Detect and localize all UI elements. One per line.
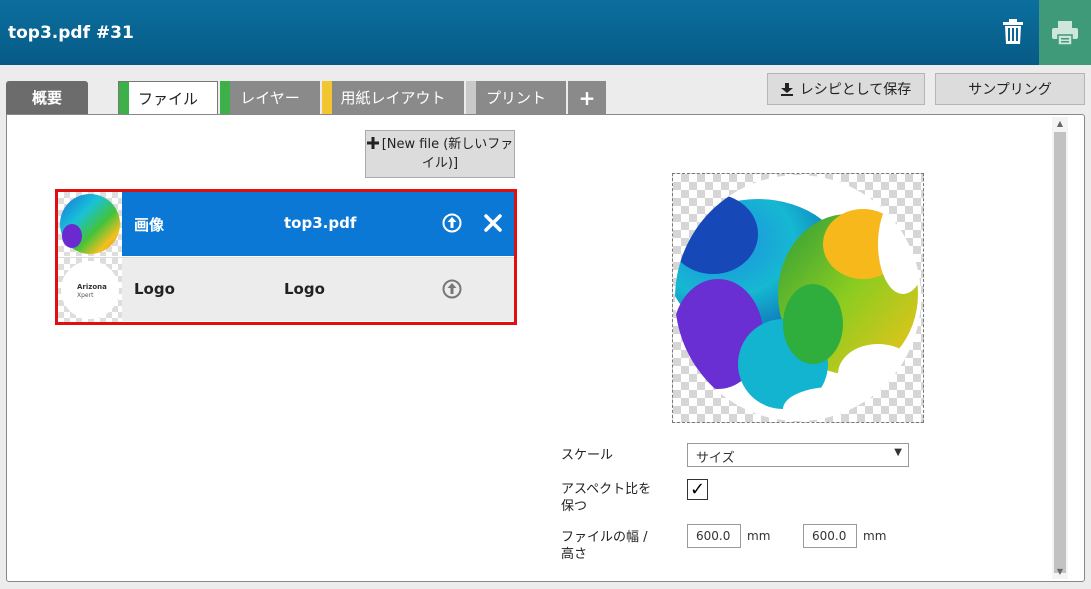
tab-paper-label: 用紙レイアウト [340, 89, 446, 107]
trash-icon [1003, 19, 1023, 44]
tab-paper-status-stripe [322, 81, 332, 114]
tab-layer-status-stripe [220, 81, 230, 114]
file-size-label: ファイルの幅 / 高さ [561, 530, 648, 562]
file-source: top3.pdf [284, 214, 357, 232]
upload-icon[interactable] [441, 278, 463, 300]
tab-file-label: ファイル [137, 90, 198, 108]
upload-icon[interactable] [441, 212, 463, 234]
delete-button[interactable] [990, 10, 1036, 54]
download-icon [780, 82, 793, 96]
sampling-button[interactable]: サンプリング [935, 73, 1085, 105]
app-header: top3.pdf #31 [0, 0, 1091, 65]
tab-file-status-stripe [119, 82, 129, 115]
width-input[interactable] [687, 524, 741, 548]
remove-file-icon[interactable] [482, 212, 504, 234]
plus-icon [366, 137, 379, 149]
width-unit: mm [747, 529, 771, 543]
height-unit: mm [863, 529, 887, 543]
tab-print[interactable]: プリント [466, 81, 566, 114]
file-name: Logo [134, 280, 175, 298]
logo-thumb-text-2: Xpert [77, 292, 94, 299]
new-file-button[interactable]: [New file (新しいファイル)] [365, 130, 515, 178]
file-list: 画像 top3.pdf Arizona Xpert Logo Logo [55, 189, 517, 325]
plus-icon: + [578, 85, 596, 110]
tab-overview[interactable]: 概要 [6, 81, 88, 114]
tab-layer[interactable]: レイヤー [220, 81, 320, 114]
file-row-image[interactable]: 画像 top3.pdf [58, 192, 514, 256]
save-as-recipe-label: レシピとして保存 [799, 82, 912, 98]
print-button[interactable] [1039, 0, 1091, 65]
document-title: top3.pdf #31 [8, 23, 134, 43]
printer-icon [1052, 20, 1078, 46]
logo-thumb-text-1: Arizona [77, 283, 107, 291]
sampling-label: サンプリング [968, 82, 1052, 98]
file-thumbnail [58, 192, 122, 256]
height-input[interactable] [803, 524, 857, 548]
caret-down-icon: ▼ [894, 447, 902, 458]
scroll-down-icon[interactable]: ▼ [1052, 565, 1068, 579]
scale-select[interactable]: サイズ ▼ [687, 443, 909, 467]
scale-value: サイズ [696, 451, 735, 466]
scroll-thumb[interactable] [1054, 132, 1066, 573]
new-file-label: [New file (新しいファイル)] [381, 137, 514, 171]
tab-overview-label: 概要 [31, 89, 62, 107]
file-thumbnail: Arizona Xpert [58, 258, 122, 322]
scroll-up-icon[interactable]: ▲ [1052, 117, 1068, 131]
add-tab-button[interactable]: + [568, 81, 606, 114]
keep-aspect-checkbox[interactable]: ✓ [687, 479, 708, 500]
tab-layer-label: レイヤー [240, 89, 300, 107]
save-as-recipe-button[interactable]: レシピとして保存 [767, 73, 925, 105]
tab-file[interactable]: ファイル [118, 81, 218, 115]
tab-print-label: プリント [485, 89, 546, 107]
file-row-logo[interactable]: Arizona Xpert Logo Logo [58, 257, 514, 322]
vertical-scrollbar[interactable]: ▲ ▼ [1052, 117, 1068, 579]
tab-paper-layout[interactable]: 用紙レイアウト [322, 81, 464, 114]
file-name: 画像 [134, 216, 165, 234]
file-preview [672, 173, 924, 423]
checkmark-icon: ✓ [689, 479, 706, 500]
file-source: Logo [284, 280, 325, 298]
keep-aspect-label: アスペクト比を保つ [561, 482, 652, 514]
scale-label: スケール [561, 448, 614, 463]
tab-print-status-stripe [466, 81, 476, 114]
